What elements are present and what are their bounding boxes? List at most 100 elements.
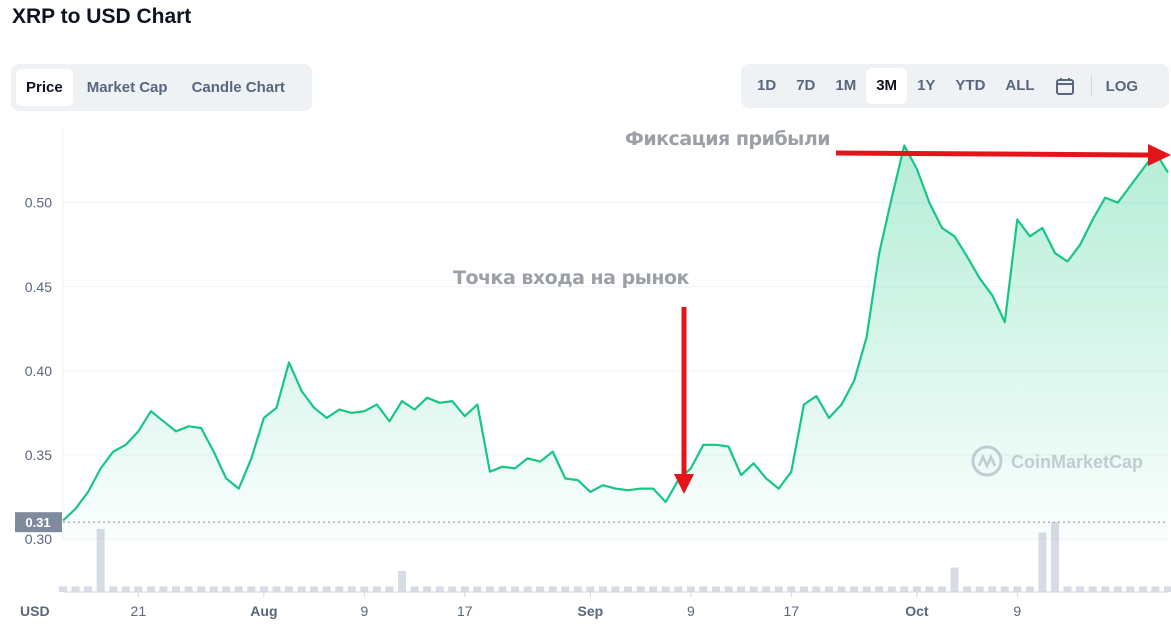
volume-bar	[1025, 586, 1034, 592]
volume-bar	[372, 586, 381, 592]
volume-bar	[523, 586, 532, 592]
volume-bar	[398, 571, 407, 592]
volume-bar	[146, 586, 155, 592]
volume-bar	[536, 586, 545, 592]
volume-bar	[787, 586, 796, 592]
volume-bar	[686, 586, 695, 592]
y-tick-label: 0.45	[25, 279, 52, 295]
y-axis: 0.30 0.35 0.40 0.45 0.50	[25, 195, 52, 547]
volume-bar	[611, 586, 620, 592]
volume-bar	[448, 586, 457, 592]
volume-bar	[347, 586, 356, 592]
volume-bar	[159, 586, 168, 592]
entry-annotation: Точка входа на рынок	[453, 267, 690, 289]
volume-bar	[699, 586, 708, 592]
volume-bar	[297, 586, 306, 592]
volume-bar	[71, 586, 80, 592]
volume-bar	[360, 586, 369, 592]
volume-bar	[586, 586, 595, 592]
volume-bar	[799, 586, 808, 592]
volume-bar	[812, 586, 821, 592]
volume-bar	[335, 586, 344, 592]
volume-bar	[548, 586, 557, 592]
volume-bar	[1151, 586, 1160, 592]
x-tick-label: 21	[131, 603, 147, 619]
y-tick-label: 0.50	[25, 195, 52, 211]
exit-arrow	[835, 144, 1171, 166]
volume-bar	[134, 586, 143, 592]
volume-bar	[1101, 586, 1110, 592]
volume-bar	[749, 586, 758, 592]
volume-bar	[774, 586, 783, 592]
volume-bar	[234, 586, 243, 592]
volume-bar	[988, 586, 997, 592]
volume-bar	[460, 586, 469, 592]
y-tick-label: 0.40	[25, 363, 52, 379]
x-tick-label: Oct	[905, 603, 929, 619]
volume-bar	[925, 586, 934, 592]
x-tick-label: 9	[687, 603, 695, 619]
volume-bar	[197, 586, 206, 592]
volume-bar	[1138, 586, 1147, 592]
volume-bar	[561, 586, 570, 592]
volume-bar	[109, 586, 118, 592]
volume-bar	[310, 586, 319, 592]
volume-bar	[385, 586, 394, 592]
volume-bar	[1050, 522, 1059, 592]
volume-bar	[862, 586, 871, 592]
volume-bar	[322, 586, 331, 592]
svg-text:0.31: 0.31	[25, 515, 50, 530]
x-tick-label: 17	[784, 603, 800, 619]
volume-bar	[824, 586, 833, 592]
volume-bar	[887, 586, 896, 592]
volume-bar	[724, 586, 733, 592]
x-tick-label: 9	[1013, 603, 1021, 619]
volume-bar	[1126, 586, 1135, 592]
volume-bar	[121, 586, 130, 592]
volume-bar	[222, 586, 231, 592]
volume-bar	[435, 586, 444, 592]
volume-bar	[963, 586, 972, 592]
price-chart: 0.30 0.35 0.40 0.45 0.50 0.31 21 Aug 9 17 Sep 9 17…	[15, 127, 1171, 619]
x-tick-label: Aug	[250, 603, 277, 619]
volume-bar	[172, 586, 181, 592]
volume-bar	[485, 586, 494, 592]
volume-bar	[1063, 586, 1072, 592]
volume-bar	[1013, 586, 1022, 592]
volume-bar	[875, 586, 884, 592]
volume-bar	[1088, 586, 1097, 592]
x-axis: 21 Aug 9 17 Sep 9 17 Oct 9	[131, 592, 1021, 619]
volume-bar	[674, 586, 683, 592]
volume-bar	[184, 586, 193, 592]
volume-bar	[762, 586, 771, 592]
volume-bar	[975, 586, 984, 592]
volume-bar	[598, 586, 607, 592]
volume-bar	[636, 586, 645, 592]
volume-bar	[649, 586, 658, 592]
volume-bar	[1076, 586, 1085, 592]
volume-bar	[247, 586, 256, 592]
volume-bar	[900, 586, 909, 592]
volume-bar	[711, 586, 720, 592]
volume-bar	[209, 586, 218, 592]
volume-bar	[96, 529, 105, 592]
volume-bar	[661, 586, 670, 592]
volume-bar	[473, 586, 482, 592]
volume-bar	[573, 586, 582, 592]
y-tick-label: 0.35	[25, 447, 52, 463]
currency-label: USD	[20, 603, 50, 619]
x-tick-label: Sep	[578, 603, 604, 619]
volume-bar	[84, 586, 93, 592]
volume-bar	[285, 586, 294, 592]
exit-annotation: Фиксация прибыли	[625, 128, 830, 150]
volume-bar	[950, 567, 959, 592]
volume-bar	[423, 586, 432, 592]
volume-bar	[837, 586, 846, 592]
y-tick-label: 0.30	[25, 531, 52, 547]
volume-bar	[912, 586, 921, 592]
volume-bar	[498, 586, 507, 592]
volume-bar	[1113, 586, 1122, 592]
volume-bar	[259, 586, 268, 592]
volume-bar	[1000, 586, 1009, 592]
volume-bar	[937, 586, 946, 592]
